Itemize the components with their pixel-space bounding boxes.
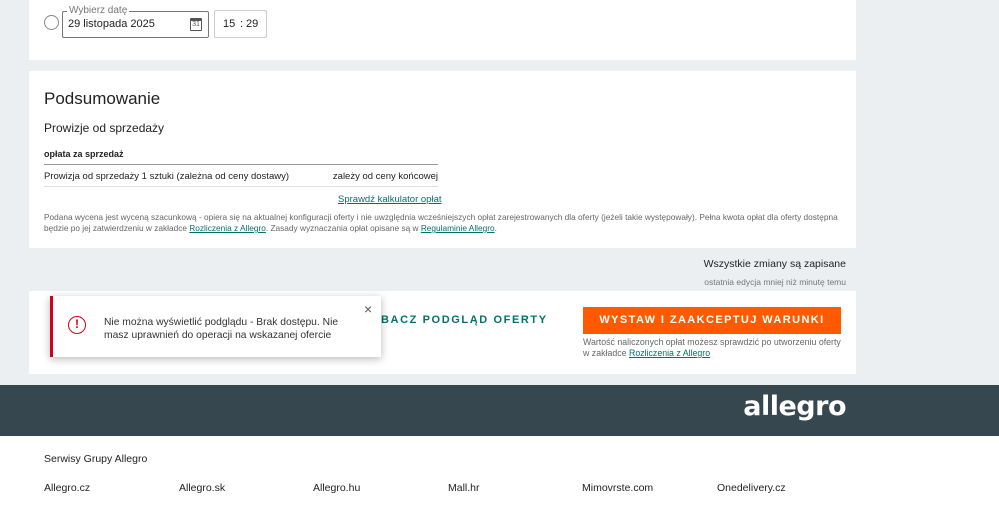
date-field[interactable]: Wybierz datę 29 listopada 2025 31 <box>62 5 209 38</box>
fees-table: opłata za sprzedaż Prowizja od sprzedaży… <box>44 149 438 187</box>
service-link[interactable]: Allegro.cz <box>44 482 90 494</box>
toast-message: Nie można wyświetlić podglądu - Brak dos… <box>104 317 339 341</box>
services-title: Serwisy Grupy Allegro <box>44 453 148 465</box>
minute-value[interactable]: 29 <box>246 18 258 30</box>
calendar-icon[interactable]: 31 <box>190 18 202 31</box>
service-link[interactable]: Onedelivery.cz <box>717 482 786 494</box>
service-link[interactable]: Mall.hr <box>448 482 480 494</box>
save-status: Wszystkie zmiany są zapisane ostatnia ed… <box>704 258 846 287</box>
fee-calculator-link[interactable]: Sprawdź kalkulator opłat <box>338 194 442 205</box>
close-icon[interactable]: × <box>364 302 372 316</box>
error-toast: ! Nie można wyświetlić podglądu - Brak d… <box>50 296 381 357</box>
service-link[interactable]: Allegro.sk <box>179 482 225 494</box>
fees-table-header: opłata za sprzedaż <box>44 149 438 165</box>
fees-title: Prowizje od sprzedaży <box>44 121 165 135</box>
summary-card: Podsumowanie Prowizje od sprzedaży opłat… <box>29 71 856 248</box>
billing-link[interactable]: Rozliczenia z Allegro <box>189 223 266 233</box>
submit-note-text: Wartość naliczonych opłat możesz sprawdz… <box>583 337 841 358</box>
schedule-card: Wybierz datę 29 listopada 2025 31 15 : 2… <box>29 0 856 60</box>
submit-offer-button[interactable]: WYSTAW I ZAAKCEPTUJ WARUNKI <box>583 307 841 334</box>
date-value: 29 listopada 2025 <box>68 18 155 30</box>
summary-title: Podsumowanie <box>44 89 161 108</box>
footer-services: Serwisy Grupy Allegro Allegro.cz Allegro… <box>0 436 999 511</box>
save-status-main: Wszystkie zmiany są zapisane <box>703 258 846 270</box>
time-field[interactable]: 15 : 29 <box>214 10 267 38</box>
preview-offer-button[interactable]: BACZ PODGLĄD OFERTY <box>381 314 548 326</box>
fee-row-label: Prowizja od sprzedaży 1 sztuki (zależna … <box>44 171 290 182</box>
fee-row-value: zależy od ceny końcowej <box>332 171 438 182</box>
disclaimer-text-2: . Zasady wyznaczania opłat opisane są w <box>265 223 421 233</box>
disclaimer-text-3: . <box>494 223 497 233</box>
schedule-radio[interactable] <box>44 15 59 30</box>
billing-link-2[interactable]: Rozliczenia z Allegro <box>629 348 710 358</box>
time-separator: : <box>240 18 244 30</box>
service-link[interactable]: Mimovrste.com <box>582 482 653 494</box>
date-field-label: Wybierz datę <box>67 5 130 17</box>
regulations-link[interactable]: Regulaminie Allegro <box>421 223 495 233</box>
allegro-logo[interactable]: allegro <box>743 391 846 422</box>
service-link[interactable]: Allegro.hu <box>313 482 360 494</box>
hour-value[interactable]: 15 <box>223 18 235 30</box>
footer-bar: allegro <box>0 385 999 436</box>
table-row: Prowizja od sprzedaży 1 sztuki (zależna … <box>44 165 438 187</box>
submit-note: Wartość naliczonych opłat możesz sprawdz… <box>583 337 843 359</box>
save-status-sub: ostatnia edycja mniej niż minutę temu <box>704 277 846 287</box>
error-icon: ! <box>68 316 86 334</box>
fee-disclaimer: Podana wycena jest wyceną szacunkową - o… <box>44 212 844 234</box>
